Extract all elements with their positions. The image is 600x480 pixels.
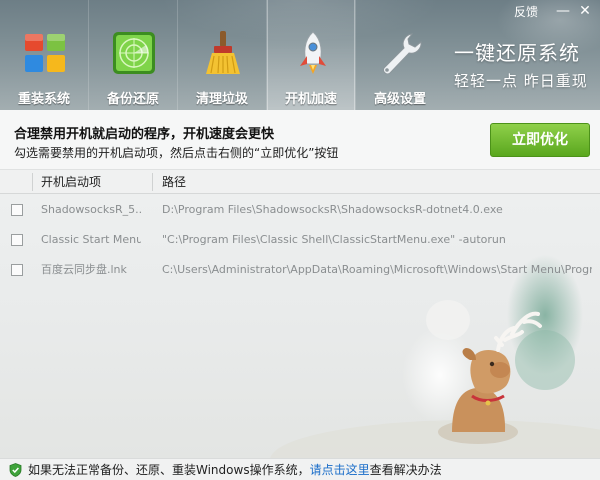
minimize-button[interactable]: — [552, 1, 574, 21]
column-divider [152, 173, 153, 191]
tab-clean-junk[interactable]: 清理垃圾 [178, 0, 266, 110]
table-row[interactable]: 百度云同步盘.lnk C:\Users\Administrator\AppDat… [0, 255, 600, 285]
help-link[interactable]: 请点击这里 [310, 463, 370, 477]
slogan-sub: 轻轻一点 昨日重现 [454, 72, 588, 90]
tab-label: 清理垃圾 [195, 92, 248, 107]
startup-item-name: ShadowsocksR_5... [41, 203, 141, 216]
table-row[interactable]: Classic Start Menu "C:\Program Files\Cla… [0, 225, 600, 255]
startup-item-name: Classic Start Menu [41, 233, 141, 246]
tab-advanced-settings[interactable]: 高级设置 [356, 0, 444, 110]
header-bar: 反馈 — ✕ 重装系统 备份还原 清理垃圾 开机加速 高级设置 一键还原系统 轻… [0, 0, 600, 110]
optimize-now-button[interactable]: 立即优化 [490, 123, 590, 157]
shield-check-icon [9, 463, 22, 477]
slogan: 一键还原系统 轻轻一点 昨日重现 [454, 40, 600, 91]
rocket-icon [300, 31, 326, 74]
tab-backup-restore[interactable]: 备份还原 [89, 0, 177, 110]
row-checkbox[interactable] [11, 234, 23, 246]
column-divider [32, 173, 33, 191]
column-header-path[interactable]: 路径 [162, 170, 186, 194]
info-description: 勾选需要禁用的开机启动项，然后点击右侧的“立即优化”按钮 [14, 146, 339, 160]
status-message: 如果无法正常备份、还原、重装Windows操作系统，请点击这里查看解决办法 [28, 459, 442, 480]
tab-label: 高级设置 [373, 92, 426, 107]
row-checkbox[interactable] [11, 204, 23, 216]
tab-label: 重装系统 [17, 92, 70, 107]
startup-item-path: C:\Users\Administrator\AppData\Roaming\M… [162, 263, 592, 276]
startup-item-name: 百度云同步盘.lnk [41, 263, 127, 276]
info-title: 合理禁用开机就启动的程序，开机速度会更快 [14, 127, 275, 142]
row-checkbox[interactable] [11, 264, 23, 276]
status-prefix: 如果无法正常备份、还原、重装Windows操作系统， [28, 463, 310, 477]
status-bar: 如果无法正常备份、还原、重装Windows操作系统，请点击这里查看解决办法 [0, 458, 600, 480]
close-button[interactable]: ✕ [574, 1, 596, 21]
startup-item-path: D:\Program Files\ShadowsocksR\Shadowsock… [162, 203, 503, 216]
tab-label: 备份还原 [106, 92, 159, 107]
table-row[interactable]: ShadowsocksR_5... D:\Program Files\Shado… [0, 195, 600, 225]
wrench-icon [383, 33, 422, 75]
list-header: 开机启动项 路径 [0, 170, 600, 194]
startup-list-area: 开机启动项 路径 ShadowsocksR_5... D:\Program Fi… [0, 170, 600, 458]
column-header-startup-item[interactable]: 开机启动项 [41, 170, 101, 194]
tab-boot-speedup[interactable]: 开机加速 [267, 0, 355, 110]
tab-label: 开机加速 [284, 92, 337, 107]
windows-logo-icon [25, 34, 65, 72]
radar-icon [113, 32, 155, 74]
window-controls: 反馈 — ✕ [514, 0, 596, 22]
tab-reinstall-system[interactable]: 重装系统 [0, 0, 88, 110]
startup-item-path: "C:\Program Files\Classic Shell\ClassicS… [162, 233, 506, 246]
status-suffix: 查看解决办法 [369, 463, 442, 477]
slogan-main: 一键还原系统 [454, 41, 580, 65]
main-tabs: 重装系统 备份还原 清理垃圾 开机加速 高级设置 [0, 0, 444, 110]
broom-icon [206, 31, 240, 74]
feedback-link[interactable]: 反馈 [514, 3, 538, 20]
